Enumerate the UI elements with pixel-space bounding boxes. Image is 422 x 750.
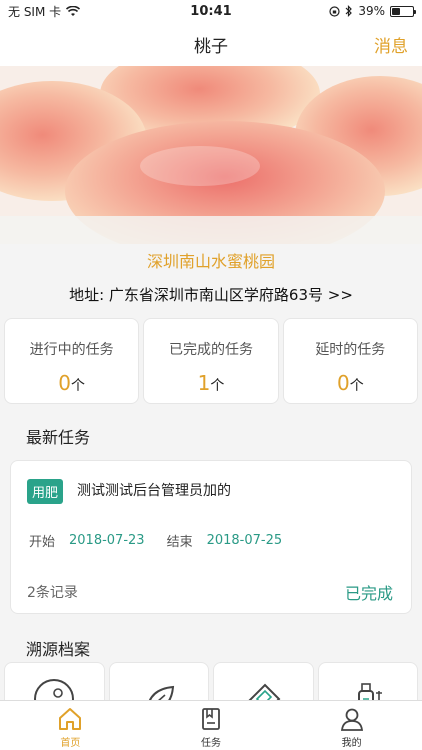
tab-tasks[interactable]: 任务 — [141, 701, 282, 750]
stat-in-progress[interactable]: 进行中的任务 0个 — [4, 318, 140, 404]
tab-label: 首页 — [60, 738, 81, 749]
battery-icon — [390, 5, 416, 17]
stat-label: 已完成的任务 — [168, 342, 253, 358]
stat-completed[interactable]: 已完成的任务 1个 — [143, 318, 279, 404]
tab-home[interactable]: 首页 — [0, 701, 141, 750]
task-icon — [202, 708, 220, 730]
tab-bar: 首页 任务 我的 — [0, 700, 422, 750]
tab-label: 任务 — [201, 738, 221, 749]
wifi-icon — [66, 5, 81, 16]
task-title: 测试测试后台管理员加的 — [77, 483, 231, 499]
hero-image — [0, 66, 422, 244]
task-dates: 开始 2018-07-23 结束 2018-07-25 — [29, 531, 304, 550]
stat-label: 进行中的任务 — [29, 342, 114, 358]
tab-profile[interactable]: 我的 — [281, 701, 422, 750]
profile-icon — [340, 708, 363, 731]
home-icon — [59, 708, 82, 730]
start-label: 开始 — [29, 535, 56, 550]
messages-button[interactable]: 消息 — [374, 32, 408, 57]
tab-label: 我的 — [341, 738, 362, 749]
end-date: 2018-07-25 — [206, 533, 283, 548]
latest-tasks-heading: 最新任务 — [26, 428, 91, 447]
task-status: 已完成 — [344, 584, 393, 603]
nav-bar: 桃子 消息 — [0, 22, 422, 66]
end-label: 结束 — [166, 535, 193, 550]
battery-percent: 39% — [358, 4, 385, 18]
start-date: 2018-07-23 — [69, 533, 145, 548]
farm-name: 深圳南山水蜜桃园 — [146, 252, 275, 271]
stat-count: 1 — [197, 371, 211, 395]
stat-count: 0 — [336, 371, 350, 395]
stat-unit: 个 — [71, 378, 86, 394]
bluetooth-icon — [345, 5, 353, 17]
stat-count: 0 — [58, 371, 72, 395]
stat-unit: 个 — [210, 378, 225, 394]
page-title: 桃子 — [194, 36, 228, 57]
task-card[interactable]: 用肥 测试测试后台管理员加的 开始 2018-07-23 结束 2018-07-… — [10, 460, 412, 614]
carrier-text: 无 SIM 卡 — [8, 4, 62, 19]
stat-unit: 个 — [349, 378, 364, 394]
traceability-heading: 溯源档案 — [26, 640, 91, 659]
farm-address-link[interactable]: 地址: 广东省深圳市南山区学府路63号 >> — [0, 284, 422, 305]
task-type-badge: 用肥 — [27, 479, 64, 504]
status-bar: 无 SIM 卡 10:41 39% — [0, 0, 422, 22]
task-stats: 进行中的任务 0个 已完成的任务 1个 延时的任务 0个 — [4, 318, 418, 404]
stat-label: 延时的任务 — [315, 342, 386, 358]
rotation-lock-icon — [329, 5, 340, 17]
stat-delayed[interactable]: 延时的任务 0个 — [282, 318, 418, 404]
record-count: 2条记录 — [27, 585, 78, 601]
